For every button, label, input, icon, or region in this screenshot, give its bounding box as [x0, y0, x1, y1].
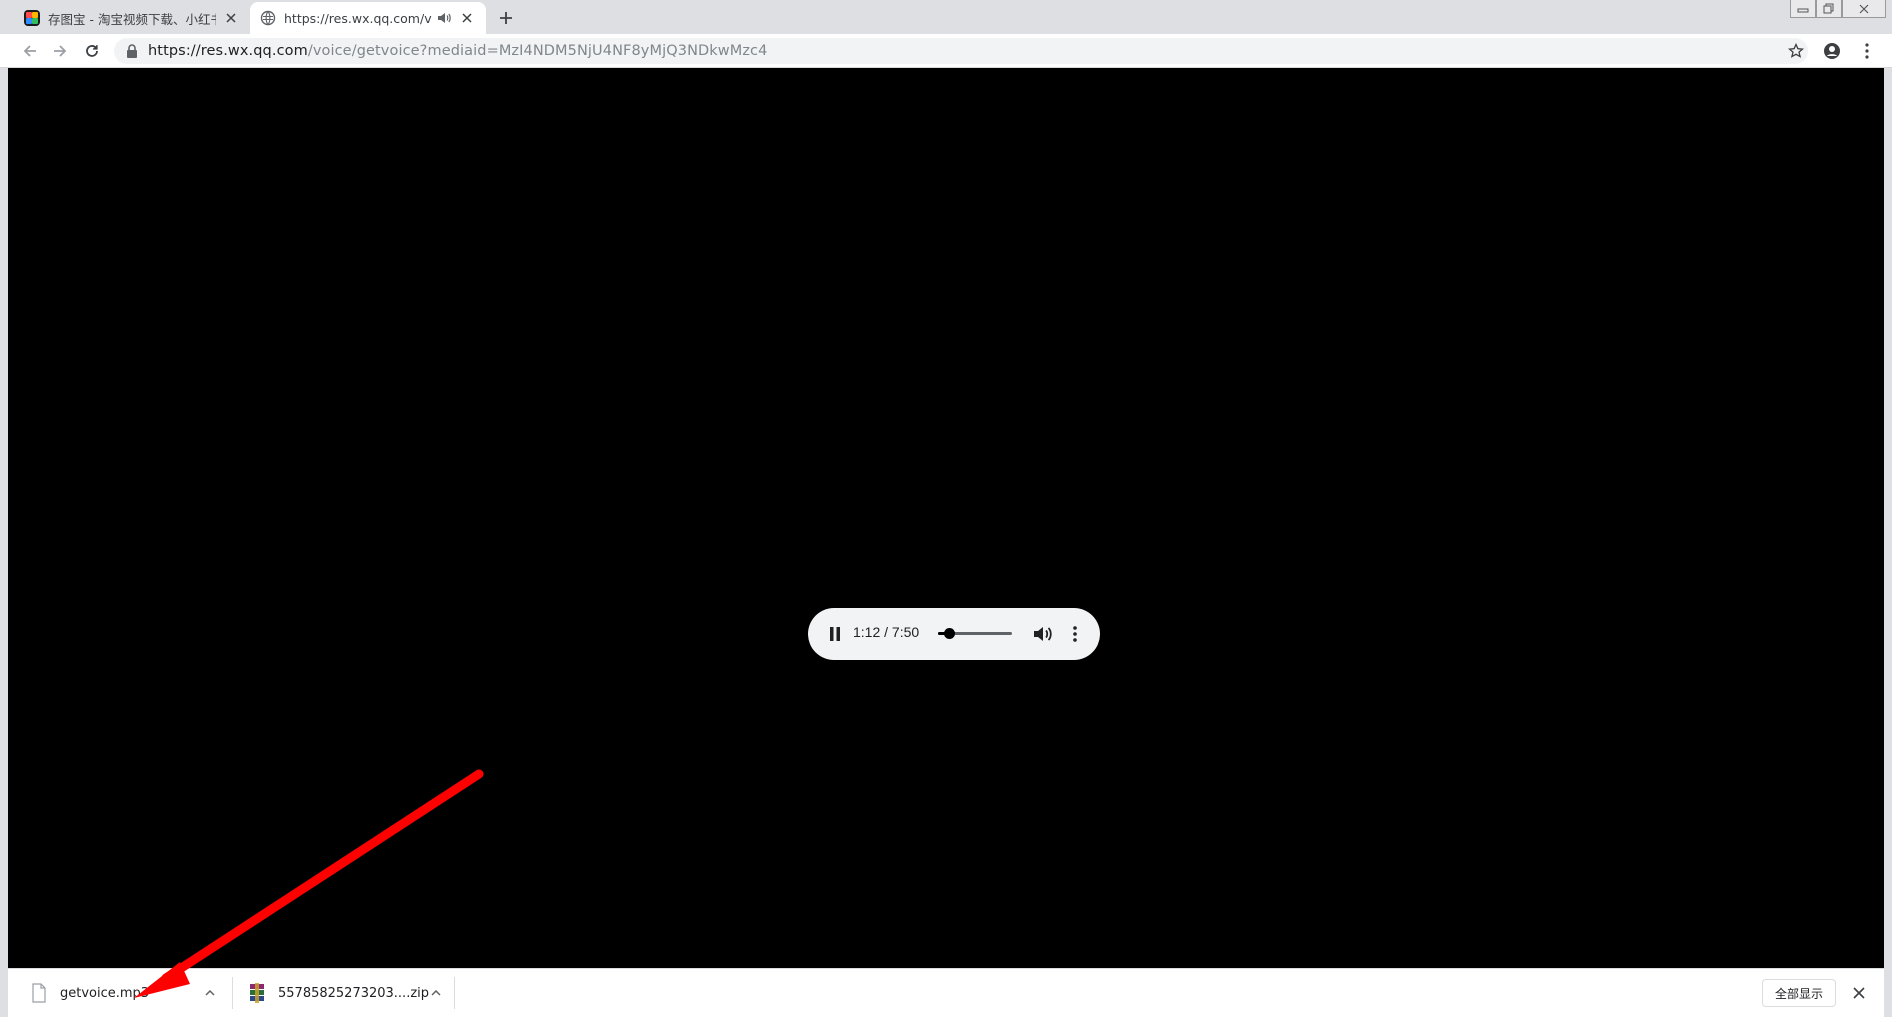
seek-thumb[interactable] [943, 628, 955, 639]
volume-icon [1034, 627, 1052, 641]
maximize-button[interactable] [1816, 0, 1842, 18]
close-icon [1859, 4, 1869, 13]
star-icon [1788, 43, 1804, 58]
tab-title: 存图宝 - 淘宝视频下载、小红书 [48, 11, 216, 27]
tab-close-icon[interactable] [458, 9, 476, 27]
media-viewport: 1:12 / 7:50 [8, 68, 1884, 968]
download-filename: 55785825273203....zip [278, 985, 430, 1001]
back-button[interactable] [18, 39, 42, 63]
tab-getvoice[interactable]: https://res.wx.qq.com/voic [250, 2, 486, 34]
download-separator [454, 977, 455, 1009]
download-item-zip[interactable]: 55785825273203....zip [248, 969, 458, 1017]
player-more-button[interactable] [1064, 621, 1086, 647]
bookmark-button[interactable] [1784, 39, 1808, 63]
new-tab-button[interactable] [494, 6, 518, 30]
url-host: https://res.wx.qq.com [148, 43, 308, 59]
minimize-icon [1797, 8, 1809, 12]
chrome-menu-button[interactable] [1855, 39, 1879, 63]
mute-button[interactable] [1030, 621, 1056, 647]
download-shelf: getvoice.mp3 55785825273203....zip 全部显示 [8, 968, 1884, 1017]
chevron-up-icon[interactable] [426, 983, 446, 1003]
archive-icon [250, 983, 264, 1003]
browser-toolbar: https://res.wx.qq.com/voice/getvoice?med… [0, 34, 1892, 68]
plus-icon [500, 12, 512, 24]
app-colorful-icon [24, 10, 40, 26]
tab-title: https://res.wx.qq.com/voic [284, 10, 432, 26]
tab-strip: 存图宝 - 淘宝视频下载、小红书 https://res.wx.qq.com/v… [0, 0, 1892, 34]
close-shelf-button[interactable] [1848, 982, 1870, 1004]
profile-button[interactable] [1820, 39, 1844, 63]
audio-player: 1:12 / 7:50 [808, 608, 1100, 660]
speaker-icon[interactable] [436, 10, 452, 26]
arrow-left-icon [23, 45, 36, 57]
restore-icon [1823, 3, 1834, 13]
download-item-mp3[interactable]: getvoice.mp3 [30, 969, 230, 1017]
vertical-dots-icon [1073, 626, 1077, 642]
download-separator [232, 977, 233, 1009]
minimize-button[interactable] [1790, 0, 1816, 18]
download-filename: getvoice.mp3 [60, 985, 150, 1001]
pause-icon [830, 627, 840, 641]
vertical-dots-icon [1865, 43, 1869, 59]
forward-button[interactable] [48, 39, 72, 63]
close-window-button[interactable] [1842, 0, 1886, 18]
chevron-up-icon[interactable] [200, 983, 220, 1003]
file-icon [32, 983, 46, 1003]
close-icon [1853, 987, 1865, 999]
playback-time: 1:12 / 7:50 [853, 624, 920, 640]
seek-slider[interactable] [938, 628, 1012, 639]
address-bar[interactable]: https://res.wx.qq.com/voice/getvoice?med… [114, 38, 1808, 64]
reload-button[interactable] [80, 39, 104, 63]
account-circle-icon [1824, 43, 1840, 59]
reload-icon [86, 45, 98, 57]
tab-cuntubao[interactable]: 存图宝 - 淘宝视频下载、小红书 [14, 2, 250, 34]
arrow-right-icon [54, 45, 67, 57]
tab-close-icon[interactable] [222, 9, 240, 27]
browser-window: 存图宝 - 淘宝视频下载、小红书 https://res.wx.qq.com/v… [0, 0, 1892, 1017]
lock-icon [127, 44, 137, 58]
globe-icon [260, 10, 276, 26]
show-all-downloads-button[interactable]: 全部显示 [1761, 979, 1836, 1007]
url-text: https://res.wx.qq.com/voice/getvoice?med… [148, 43, 767, 59]
pause-button[interactable] [820, 619, 850, 649]
url-path: /voice/getvoice?mediaid=MzI4NDM5NjU4NF8y… [307, 43, 768, 59]
